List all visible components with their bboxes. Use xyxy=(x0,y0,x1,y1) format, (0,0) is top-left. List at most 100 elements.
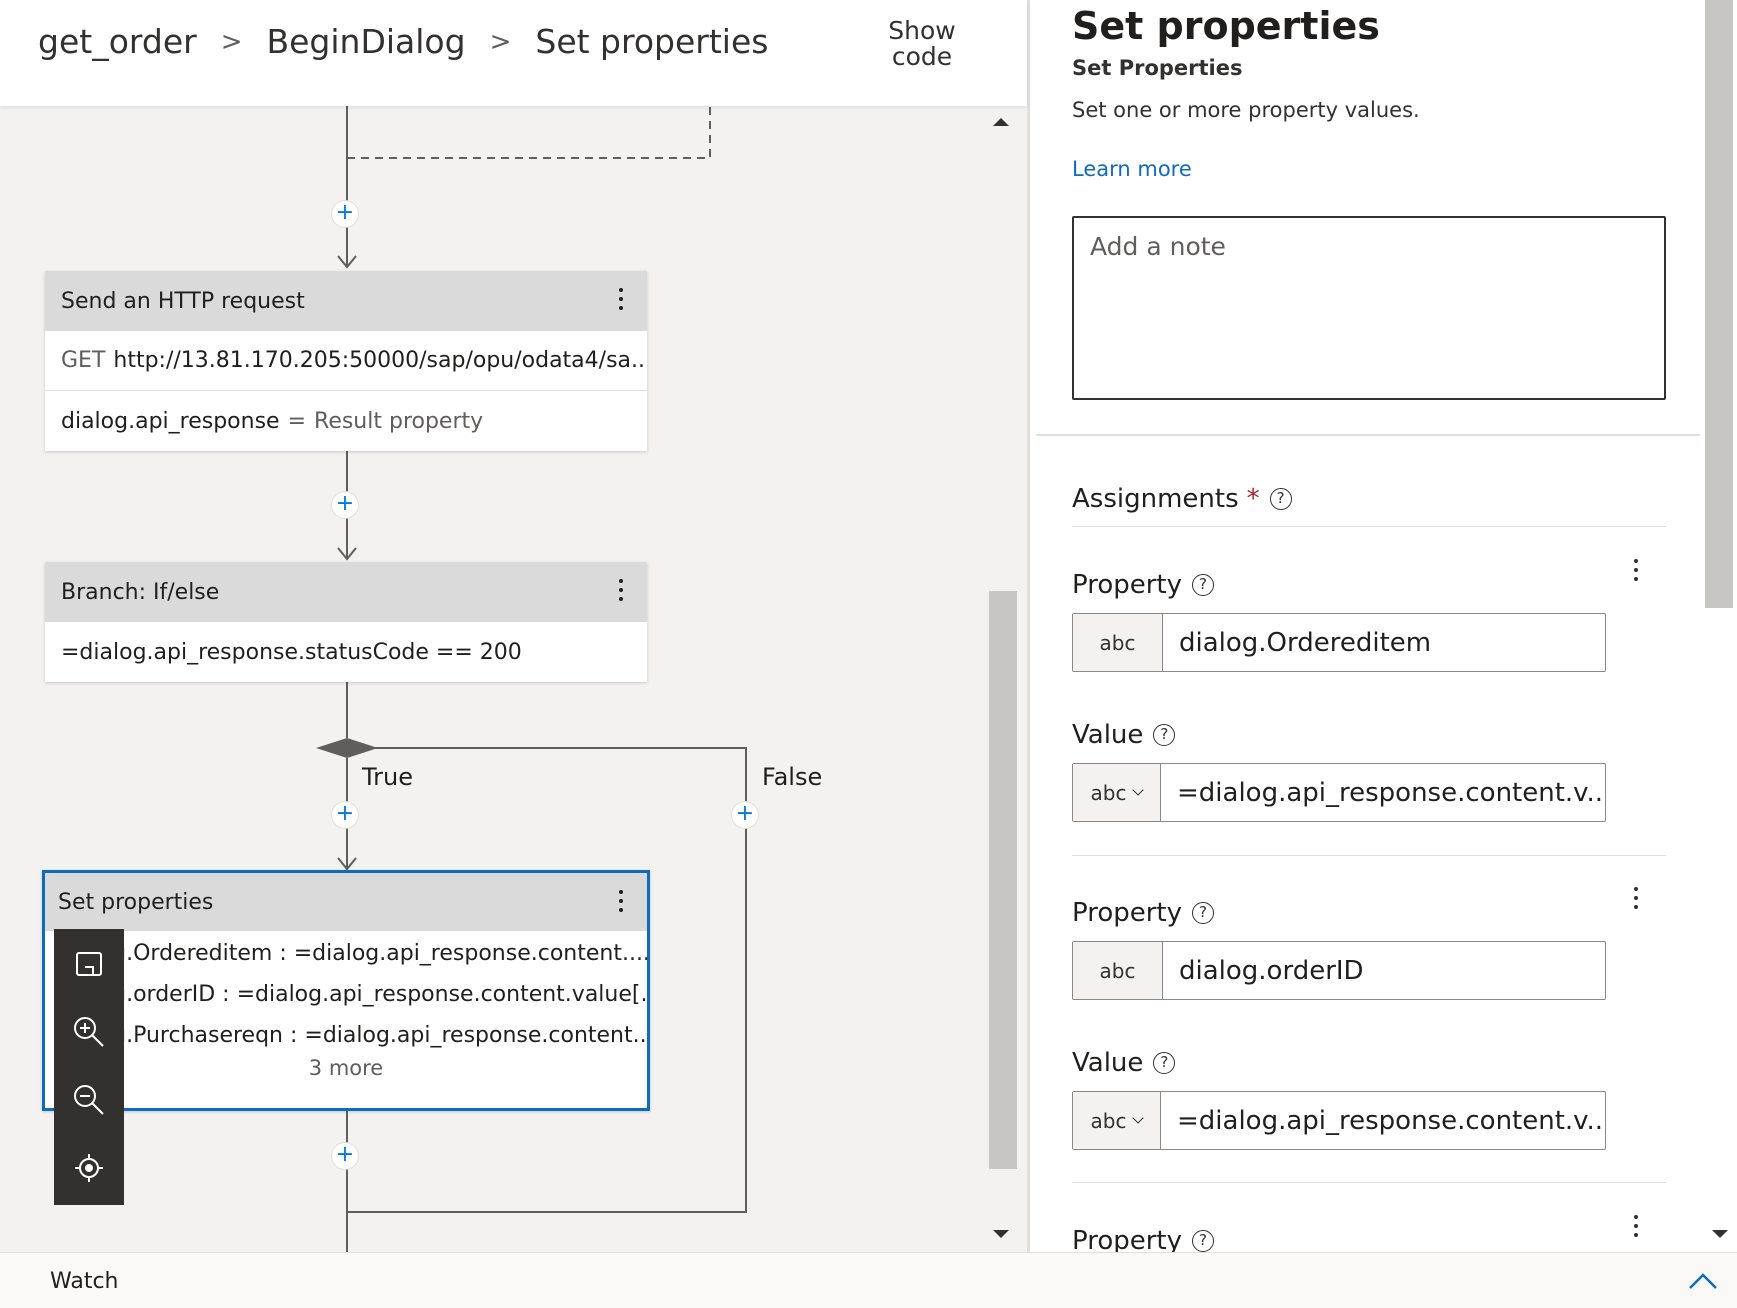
http-url: http://13.81.170.205:50000/sap/opu/odata… xyxy=(113,348,647,373)
property-input[interactable]: dialog.Ordereditem xyxy=(1163,614,1605,671)
branch-condition: =dialog.api_response.statusCode == 200 xyxy=(61,639,522,665)
breadcrumb-item-begindialog[interactable]: BeginDialog xyxy=(266,22,465,61)
setprops-more-count: 3 more xyxy=(308,1056,384,1080)
watch-bar: Watch xyxy=(0,1252,1737,1308)
note-field[interactable] xyxy=(1072,216,1666,400)
panel-title: Set properties xyxy=(1072,4,1380,48)
assignments-label: Assignments * ? xyxy=(1072,484,1292,514)
section-divider xyxy=(1072,526,1666,527)
setprops-line-ordereditem: dialog.Ordereditem : =dialog.api_respons… xyxy=(59,941,647,966)
value-label: Value ? xyxy=(1072,1048,1176,1078)
add-action-button[interactable]: + xyxy=(332,492,358,518)
center-icon[interactable] xyxy=(54,1135,124,1201)
panel-description: Set one or more property values. xyxy=(1072,98,1420,122)
chevron-down-icon xyxy=(1132,784,1145,796)
help-icon[interactable]: ? xyxy=(1192,902,1215,924)
watch-label: Watch xyxy=(50,1269,119,1294)
assignment-divider xyxy=(1072,855,1666,856)
scroll-down-icon[interactable] xyxy=(993,1230,1009,1238)
setprops-line-purchasereqn: dialog.Purchasereqn : =dialog.api_respon… xyxy=(59,1023,647,1048)
value-label: Value ? xyxy=(1072,720,1176,750)
zoom-out-icon[interactable] xyxy=(54,1067,124,1133)
value-label-text: Value xyxy=(1072,1048,1144,1078)
panel-scroll-thumb[interactable] xyxy=(1705,0,1733,608)
breadcrumb-item-set-properties: Set properties xyxy=(535,22,769,61)
assignment-more-options-icon[interactable] xyxy=(1630,1212,1642,1244)
property-field: abc dialog.Ordereditem xyxy=(1072,613,1606,672)
property-label: Property ? xyxy=(1072,898,1215,928)
show-code-line2: code xyxy=(891,42,953,71)
property-label-text: Property xyxy=(1072,898,1183,928)
fit-to-screen-icon[interactable] xyxy=(54,931,124,997)
more-options-icon[interactable] xyxy=(615,285,627,317)
add-action-button[interactable]: + xyxy=(332,201,358,227)
canvas-header: get_order > BeginDialog > Set properties… xyxy=(0,0,1027,106)
zoom-in-icon[interactable] xyxy=(54,999,124,1065)
setprops-line-orderid: dialog.orderID : =dialog.api_response.co… xyxy=(59,982,647,1007)
help-icon[interactable]: ? xyxy=(1153,1052,1176,1074)
chevron-down-icon xyxy=(1132,1112,1145,1124)
more-options-icon[interactable] xyxy=(615,576,627,608)
type-dropdown[interactable]: abc xyxy=(1073,764,1161,821)
type-indicator: abc xyxy=(1073,614,1163,671)
design-canvas-pane: get_order > BeginDialog > Set properties… xyxy=(0,0,1027,1252)
add-action-button-false[interactable]: + xyxy=(732,802,758,828)
breadcrumb-item-get-order[interactable]: get_order xyxy=(38,22,197,61)
breadcrumb-separator-icon: > xyxy=(220,26,243,57)
property-label-text: Property xyxy=(1072,1226,1183,1252)
panel-scrollbar[interactable] xyxy=(1700,0,1737,1252)
scroll-up-icon[interactable] xyxy=(993,118,1009,126)
value-input[interactable]: =dialog.api_response.content.v... xyxy=(1161,1092,1605,1149)
http-result-var: dialog.api_response xyxy=(61,408,280,434)
set-properties-node[interactable]: Set properties dialog.Ordereditem : =dia… xyxy=(42,870,650,1111)
help-icon[interactable]: ? xyxy=(1192,1230,1215,1252)
section-divider xyxy=(1036,434,1702,436)
value-label-text: Value xyxy=(1072,720,1144,750)
value-input[interactable]: =dialog.api_response.content.v... xyxy=(1161,764,1605,821)
branch-diamond-icon xyxy=(316,738,378,758)
http-method: GET xyxy=(61,348,106,373)
property-label: Property ? xyxy=(1072,1226,1215,1252)
assignments-label-text: Assignments xyxy=(1072,484,1239,514)
type-dropdown-label: abc xyxy=(1090,1108,1127,1133)
false-branch-label: False xyxy=(762,763,823,791)
assignment-more-options-icon[interactable] xyxy=(1630,556,1642,588)
help-icon[interactable]: ? xyxy=(1153,724,1176,746)
learn-more-link[interactable]: Learn more xyxy=(1072,157,1192,181)
http-request-node[interactable]: Send an HTTP request GET http://13.81.17… xyxy=(45,271,647,451)
assignment-divider xyxy=(1072,1182,1666,1183)
value-field: abc =dialog.api_response.content.v... xyxy=(1072,763,1606,822)
breadcrumb: get_order > BeginDialog > Set properties xyxy=(38,22,768,61)
http-node-title: Send an HTTP request xyxy=(61,288,305,314)
scroll-down-icon[interactable] xyxy=(1712,1230,1728,1238)
chevron-up-icon[interactable] xyxy=(1688,1271,1718,1291)
breadcrumb-separator-icon: > xyxy=(489,26,512,57)
assignment-more-options-icon[interactable] xyxy=(1630,884,1642,916)
panel-subtitle: Set Properties xyxy=(1072,56,1243,80)
help-icon[interactable]: ? xyxy=(1269,488,1292,510)
type-dropdown[interactable]: abc xyxy=(1073,1092,1161,1149)
setprops-node-title: Set properties xyxy=(58,889,214,915)
zoom-toolbar xyxy=(54,929,124,1205)
add-action-button-true[interactable]: + xyxy=(332,802,358,828)
show-code-button[interactable]: Show code xyxy=(872,18,972,70)
type-indicator: abc xyxy=(1073,942,1163,999)
true-branch-label: True xyxy=(362,763,413,791)
show-code-line1: Show xyxy=(888,16,956,45)
canvas-scroll-thumb[interactable] xyxy=(989,591,1017,1169)
property-label-text: Property xyxy=(1072,570,1183,600)
help-icon[interactable]: ? xyxy=(1192,574,1215,596)
http-result-label: Result property xyxy=(314,408,484,434)
properties-panel: Set properties Set Properties Set one or… xyxy=(1030,0,1737,1252)
add-action-button[interactable]: + xyxy=(332,1143,358,1169)
canvas-scrollbar[interactable] xyxy=(983,106,1019,1252)
flow-canvas[interactable]: + + + + + True False Send an HTTP reques… xyxy=(0,106,1027,1252)
required-marker: * xyxy=(1246,484,1260,514)
type-dropdown-label: abc xyxy=(1090,780,1127,805)
branch-node[interactable]: Branch: If/else =dialog.api_response.sta… xyxy=(45,562,647,682)
more-options-icon[interactable] xyxy=(615,887,627,919)
property-input[interactable]: dialog.orderID xyxy=(1163,942,1605,999)
property-label: Property ? xyxy=(1072,570,1215,600)
value-field: abc =dialog.api_response.content.v... xyxy=(1072,1091,1606,1150)
dashed-connector xyxy=(347,106,711,159)
